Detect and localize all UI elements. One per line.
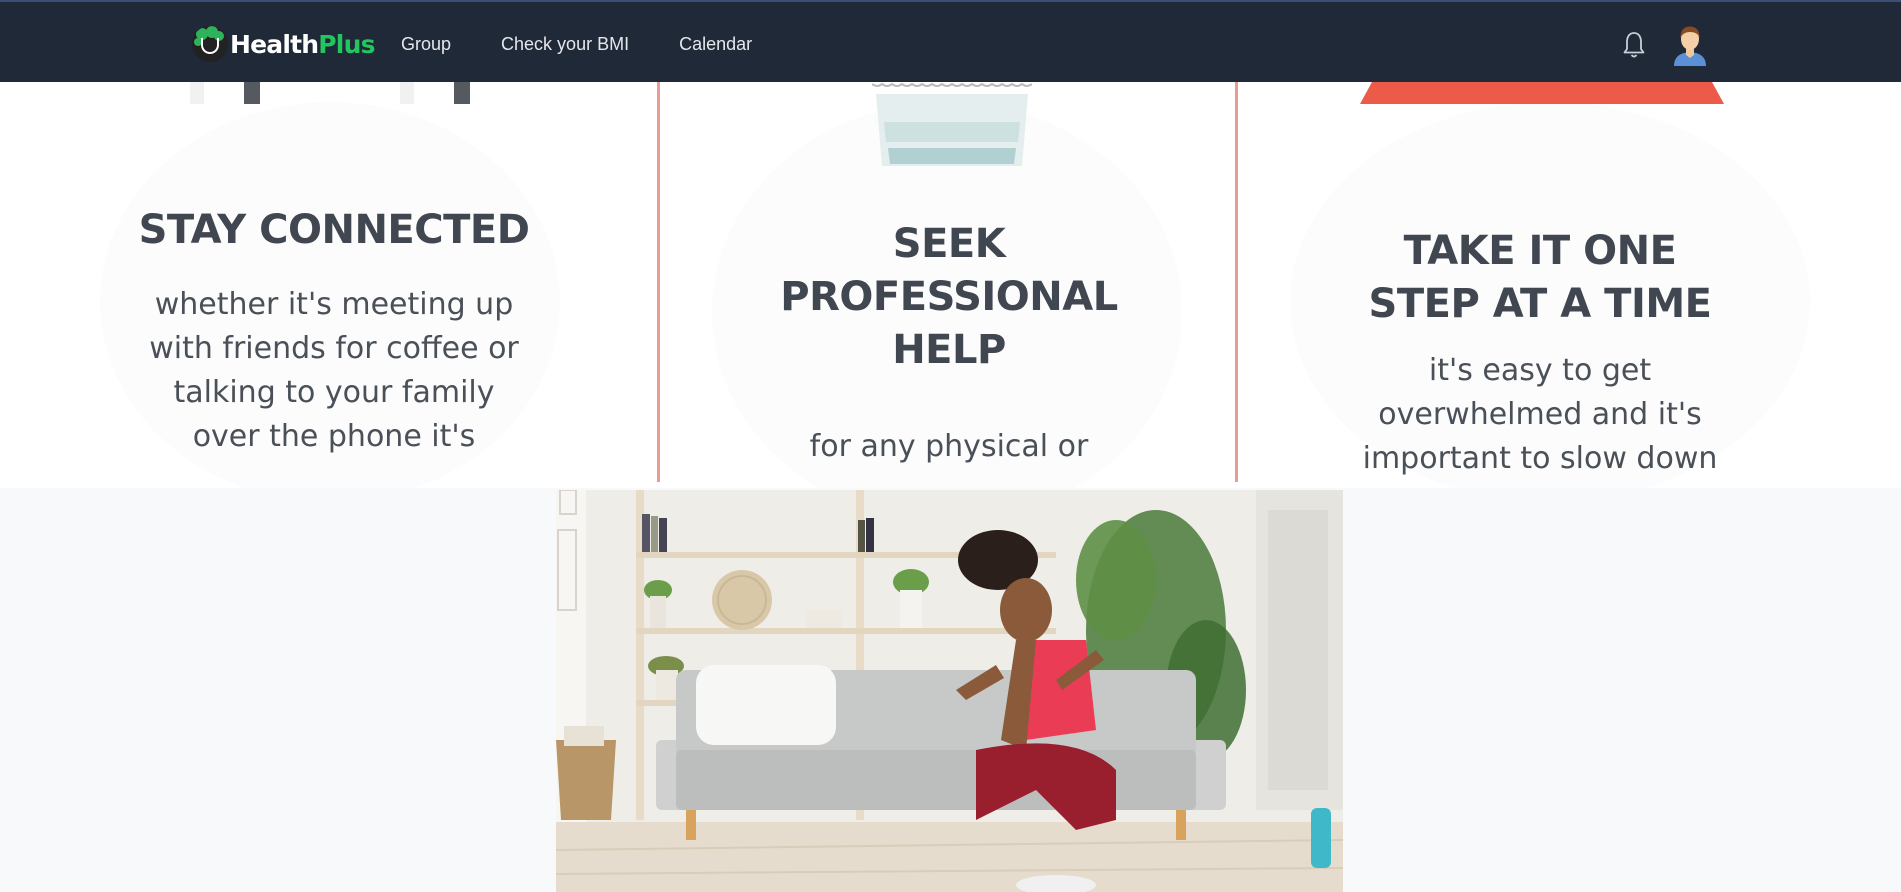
tip-panel-one-step-at-a-time: TAKE IT ONE STEP AT A TIME it's easy to … [1240,82,1860,488]
tip-title-line: PROFESSIONAL [780,274,1118,320]
tip-text-line: whether it's meeting up [154,287,514,322]
tip-text-line: important to slow down [1362,441,1718,476]
tip-text-line: over the phone it's [192,419,476,454]
nav-link-check-bmi[interactable]: Check your BMI [501,34,629,55]
nav-link-group[interactable]: Group [401,34,451,55]
bell-icon[interactable] [1622,30,1646,60]
brand-name: HealthPlus [230,30,375,59]
tip-text-line: it's easy to get [1428,353,1652,388]
tip-panel-seek-professional-help: SEEK PROFESSIONAL HELP for any physical … [662,82,1236,488]
tip-text-line: for any physical or [809,429,1089,464]
panel-illustration-fragment-icon [1360,82,1724,104]
user-avatar-icon[interactable] [1670,22,1710,66]
mental-health-tips-infographic: STAY CONNECTED whether it's meeting up w… [0,82,1901,488]
brand-name-plus: Plus [318,29,375,59]
nav-link-calendar[interactable]: Calendar [679,34,752,55]
panel-divider [657,82,660,482]
brand-name-health: Health [230,29,319,59]
tip-text-line: talking to your family [173,375,495,410]
tip-text-line: overwhelmed and it's [1378,397,1702,432]
panel-illustration-fragment-icon [190,82,470,104]
panel-illustration-fragment-icon [872,82,1032,166]
nav-links: Group Check your BMI Calendar [401,34,802,55]
tip-title-line: HELP [892,327,1006,373]
tip-panel-stay-connected: STAY CONNECTED whether it's meeting up w… [95,82,573,488]
brand-logo-link[interactable]: HealthPlus [192,24,375,64]
tip-text-line: with friends for coffee or [149,331,519,366]
fitness-hero-image [556,490,1343,892]
tip-title-line: STEP AT A TIME [1368,281,1712,327]
tip-title-line: TAKE IT ONE [1403,228,1677,274]
healthplus-logo-icon [192,26,228,62]
tip-title-stay-connected: STAY CONNECTED [138,207,530,253]
tip-title-line: SEEK [892,221,1006,267]
top-navbar: HealthPlus Group Check your BMI Calendar [0,0,1901,82]
panel-divider [1235,82,1238,482]
